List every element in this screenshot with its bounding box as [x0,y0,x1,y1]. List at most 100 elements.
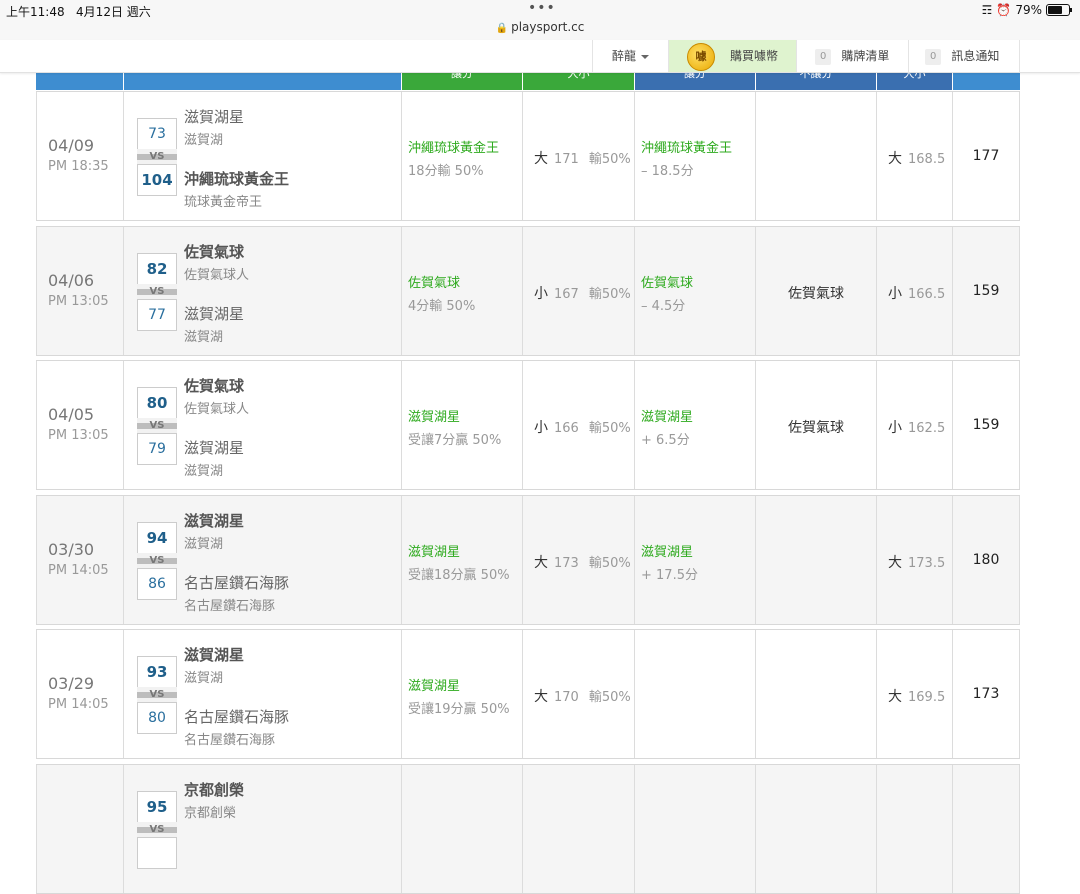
spread-line-value: + 17.5分 [641,568,698,583]
score-top: 73 [137,118,177,150]
ou-side: 大 [534,689,548,705]
teams-cell: 73 VS 104 滋賀湖星 滋賀湖 沖繩琉球黃金王 琉球黃金帝王 [124,92,402,220]
team-top-name[interactable]: 滋賀湖星 [184,644,244,665]
ou-line-pick: 小 166.5 [888,283,945,303]
multitask-dots[interactable]: ••• [528,0,556,16]
team-bottom-name[interactable]: 名古屋鑽石海豚 [184,572,289,593]
spread-line-team: 滋賀湖星 [641,410,694,425]
table-row: 03/30 PM 14:05 94 VS 86 滋賀湖星 滋賀湖 名古屋鑽石海豚… [36,495,1020,625]
total-score: 173 [972,686,1000,702]
url-text: playsport.cc [511,20,585,34]
clock-time: 上午11:48 [6,5,65,19]
ou-line-cell: 大 173.5 [877,496,953,624]
total-score: 159 [972,417,1000,433]
team-top-name[interactable]: 滋賀湖星 [184,106,244,127]
teams-cell: 94 VS 86 滋賀湖星 滋賀湖 名古屋鑽石海豚 名古屋鑽石海豚 [124,496,402,624]
team-bottom-name[interactable]: 滋賀湖星 [184,437,244,458]
vs-label: VS [137,687,177,703]
score-bottom: 79 [137,433,177,465]
team-top-name[interactable]: 佐賀氣球 [184,241,244,262]
score-top: 82 [137,253,177,285]
score-box: 82 VS 77 [137,253,177,333]
game-time: PM 18:35 [48,159,109,174]
spread-pick-result: 受讓18分贏 50% [408,568,510,583]
spread-line-cell [635,765,756,893]
spread-pick-cell: 滋賀湖星 受讓18分贏 50% [402,496,523,624]
status-icons: ☶ ⏰ 79% [982,3,1072,17]
header-col-ou-2: 大小 [877,72,953,90]
score-bottom: 80 [137,702,177,734]
ou-line-side: 大 [888,555,902,571]
header-col-teams [124,72,402,90]
vs-label: VS [137,149,177,165]
total-score-cell: 177 [953,92,1020,220]
ou-line-side: 小 [888,420,902,436]
score-top: 95 [137,791,177,823]
nav-buy-label: 購買噱幣 [730,49,779,63]
coin-icon: 噱 [687,43,715,71]
spread-line-team: 滋賀湖星 [641,545,694,560]
spread-pick-cell: 沖繩琉球黃金王 18分輸 50% [402,92,523,220]
game-time: PM 14:05 [48,563,109,578]
nav-user-label: 醉龍 [611,49,636,63]
date-cell: 03/30 PM 14:05 [36,496,124,624]
ou-odds: 輸50% [588,421,631,436]
browser-status-bar: 上午11:48 4月12日 週六 ••• 🔒 playsport.cc ☶ ⏰ 7… [0,0,1080,41]
moneyline-cell [756,765,877,893]
table-row: 04/05 PM 13:05 80 VS 79 佐賀氣球 佐賀氣球人 滋賀湖星 … [36,360,1020,490]
game-date: 03/29 [48,674,95,693]
nav-buy-coins[interactable]: 噱 購買噱幣 [668,40,796,72]
spread-pick-cell: 佐賀氣球 4分輸 50% [402,227,523,355]
ou-line-pick: 大 169.5 [888,686,945,706]
date-cell: 04/05 PM 13:05 [36,361,124,489]
teams-cell: 82 VS 77 佐賀氣球 佐賀氣球人 滋賀湖星 滋賀湖 [124,227,402,355]
score-box: 80 VS 79 [137,387,177,467]
team-top-sub: 滋賀湖 [184,537,224,552]
ou-pick: 大 173 輸50% [534,552,631,572]
table-row: 95 VS 京都創榮 京都創榮 [36,764,1020,894]
table-row: 04/06 PM 13:05 82 VS 77 佐賀氣球 佐賀氣球人 滋賀湖星 … [36,226,1020,356]
header-col-date [36,72,124,90]
score-top: 94 [137,522,177,554]
ou-line-side: 小 [888,286,902,302]
vs-label: VS [137,284,177,300]
total-score-cell: 180 [953,496,1020,624]
table-header: 讓分 大小 讓分 不讓分 大小 [36,72,1020,90]
battery-icon [1046,4,1072,16]
spread-pick-team: 滋賀湖星 [408,545,461,560]
score-box: 94 VS 86 [137,522,177,602]
team-top-name[interactable]: 滋賀湖星 [184,510,244,531]
score-top: 93 [137,656,177,688]
total-score-cell: 159 [953,361,1020,489]
team-bottom-name[interactable]: 沖繩琉球黃金王 [184,168,289,189]
spread-pick-result: 4分輸 50% [408,299,476,314]
header-col-spread-1: 讓分 [402,72,523,90]
ou-pick-cell [523,765,635,893]
team-top-name[interactable]: 佐賀氣球 [184,375,244,396]
teams-cell: 80 VS 79 佐賀氣球 佐賀氣球人 滋賀湖星 滋賀湖 [124,361,402,489]
score-bottom: 104 [137,164,177,196]
notify-count-badge: 0 [925,48,942,65]
team-top-name[interactable]: 京都創榮 [184,779,244,800]
ou-line: 166 [554,421,579,436]
nav-user-menu[interactable]: 醉龍 [592,40,668,72]
score-box: 73 VS 104 [137,118,177,198]
team-bottom-name[interactable]: 名古屋鑽石海豚 [184,706,289,727]
table-row: 03/29 PM 14:05 93 VS 80 滋賀湖星 滋賀湖 名古屋鑽石海豚… [36,629,1020,759]
date-cell: 04/09 PM 18:35 [36,92,124,220]
address-bar[interactable]: 🔒 playsport.cc [0,20,1080,34]
ou-pick-cell: 小 167 輸50% [523,227,635,355]
ou-pick [534,821,550,837]
score-bottom: 86 [137,568,177,600]
ou-line: 171 [554,152,579,167]
ou-pick-cell: 大 171 輸50% [523,92,635,220]
spread-line-team: 佐賀氣球 [641,276,694,291]
moneyline-cell: 佐賀氣球 [756,227,877,355]
spread-line-value: – 18.5分 [641,164,694,179]
nav-cart[interactable]: 0 購牌清單 [796,40,908,72]
spread-pick-team: 沖繩琉球黃金王 [408,141,500,156]
team-bottom-name[interactable]: 滋賀湖星 [184,303,244,324]
ou-line-pick [888,821,894,837]
alarm-icon: ⏰ [996,3,1012,17]
nav-notifications[interactable]: 0 訊息通知 [908,40,1020,72]
